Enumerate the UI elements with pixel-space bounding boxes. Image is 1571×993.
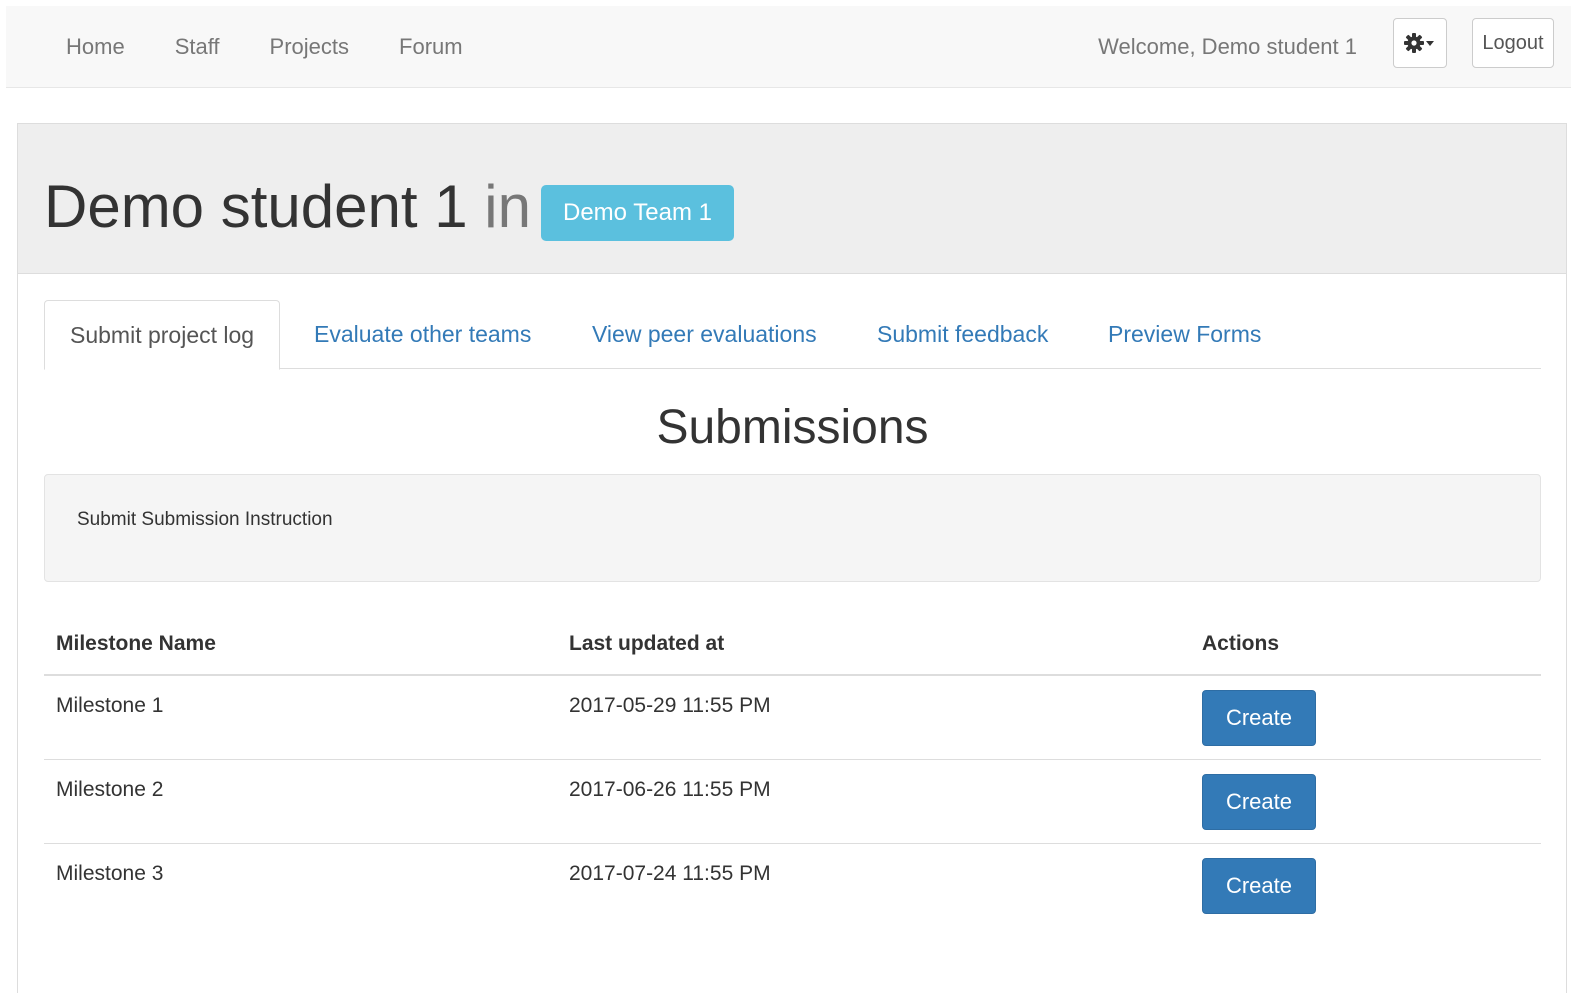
section-title: Submissions xyxy=(656,401,929,454)
last-updated: 2017-07-24 11:55 PM xyxy=(569,862,771,885)
tab-bar: Submit project log Evaluate other teams … xyxy=(44,300,1541,370)
column-header-updated: Last updated at xyxy=(569,632,725,655)
table-row: Milestone 1 2017-05-29 11:55 PM Create xyxy=(44,676,1541,760)
last-updated: 2017-05-29 11:55 PM xyxy=(569,694,771,717)
table-row: Milestone 2 2017-06-26 11:55 PM Create xyxy=(44,760,1541,844)
column-header-actions: Actions xyxy=(1202,632,1280,655)
tab-preview-forms[interactable]: Preview Forms xyxy=(1108,300,1261,369)
table-row: Milestone 3 2017-07-24 11:55 PM Create xyxy=(44,844,1541,928)
team-label[interactable]: Demo Team 1 xyxy=(541,185,734,241)
tab-submit-project-log[interactable]: Submit project log xyxy=(44,300,281,370)
tab-view-peer-evaluations[interactable]: View peer evaluations xyxy=(592,300,817,369)
instruction-box: Submit Submission Instruction xyxy=(44,474,1541,582)
header-jumbotron: Demo student 1 in Demo Team 1 xyxy=(18,124,1566,274)
settings-dropdown-button[interactable] xyxy=(1393,18,1447,68)
nav-links: Home Staff Projects Forum xyxy=(6,6,488,88)
page-title: Demo student 1 in xyxy=(44,172,531,242)
column-header-milestone: Milestone Name xyxy=(56,632,216,655)
milestone-name: Milestone 1 xyxy=(56,694,164,717)
nav-link-home[interactable]: Home xyxy=(6,34,150,60)
tab-submit-feedback[interactable]: Submit feedback xyxy=(877,300,1048,369)
milestone-name: Milestone 3 xyxy=(56,862,164,885)
submissions-table: Milestone Name Last updated at Actions M… xyxy=(44,614,1541,928)
instruction-text: Submit Submission Instruction xyxy=(77,509,333,530)
caret-down-icon xyxy=(1426,41,1434,46)
create-button[interactable]: Create xyxy=(1202,690,1316,746)
nav-link-forum[interactable]: Forum xyxy=(374,34,488,60)
milestone-name: Milestone 2 xyxy=(56,778,164,801)
table-header: Milestone Name Last updated at Actions xyxy=(44,614,1541,676)
top-navbar: Home Staff Projects Forum Welcome, Demo … xyxy=(6,6,1571,88)
create-button[interactable]: Create xyxy=(1202,774,1316,830)
last-updated: 2017-06-26 11:55 PM xyxy=(569,778,771,801)
gear-icon xyxy=(1404,33,1434,53)
nav-link-staff[interactable]: Staff xyxy=(150,34,245,60)
logout-button[interactable]: Logout xyxy=(1472,18,1554,68)
main-panel: Demo student 1 in Demo Team 1 Submit pro… xyxy=(17,123,1567,993)
in-word: in xyxy=(484,173,531,240)
student-name: Demo student 1 xyxy=(44,173,468,240)
create-button[interactable]: Create xyxy=(1202,858,1316,914)
welcome-text: Welcome, Demo student 1 xyxy=(1098,34,1357,59)
tab-evaluate-other-teams[interactable]: Evaluate other teams xyxy=(314,300,531,369)
nav-link-projects[interactable]: Projects xyxy=(245,34,374,60)
